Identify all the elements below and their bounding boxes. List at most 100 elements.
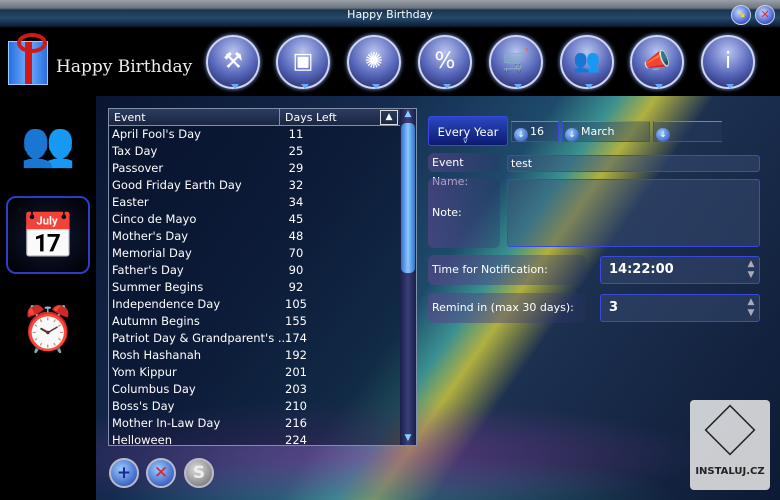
event-name-cell: Cinco de Mayo xyxy=(112,212,197,226)
time-label: Time for Notification: xyxy=(428,255,586,285)
days-left-cell: 48 xyxy=(288,229,304,243)
days-left-cell: 224 xyxy=(285,433,307,446)
table-row[interactable]: Tax Day 25 xyxy=(109,143,400,160)
days-left-cell: 90 xyxy=(288,263,304,277)
column-header-event[interactable]: Event xyxy=(114,111,146,124)
sidebar-item-alarm-clock[interactable]: ⏰ xyxy=(6,291,90,369)
users-icon: 👥 xyxy=(573,49,601,74)
scroll-down-icon[interactable]: ▼ xyxy=(401,433,415,445)
table-row[interactable]: Father's Day 90 xyxy=(109,262,400,279)
column-divider xyxy=(279,109,280,126)
toolbar-button-safe[interactable]: ▣ xyxy=(276,35,330,89)
event-name-cell: Helloween xyxy=(112,433,172,446)
event-name-input[interactable]: test xyxy=(507,155,760,172)
month-select[interactable]: ↓ March xyxy=(562,121,650,142)
add-event-button[interactable]: + xyxy=(109,458,139,488)
table-row[interactable]: Passover 29 xyxy=(109,160,400,177)
shopping-cart-icon: 🛒 xyxy=(502,49,530,74)
table-row[interactable]: April Fool's Day 11 xyxy=(109,126,400,143)
event-name-label: Event Name: xyxy=(428,153,500,188)
table-row[interactable]: Memorial Day 70 xyxy=(109,245,400,262)
contacts-icon: 👥 xyxy=(20,119,76,170)
scrollbar[interactable]: ▲ ▼ xyxy=(400,109,416,445)
days-left-cell: 45 xyxy=(288,212,304,226)
table-row[interactable]: Summer Begins 92 xyxy=(109,279,400,296)
days-left-cell: 70 xyxy=(288,246,304,260)
year-select[interactable]: ↓ xyxy=(653,121,722,142)
table-row[interactable]: Boss's Day 210 xyxy=(109,398,400,415)
days-left-cell: 105 xyxy=(285,297,307,311)
toolbar-button-info[interactable]: i xyxy=(701,35,755,89)
table-row[interactable]: Independence Day 105 xyxy=(109,296,400,313)
spin-up-icon[interactable]: ▲ xyxy=(746,259,756,270)
table-header: Event Days Left ▲ xyxy=(109,109,400,126)
table-row[interactable]: Cinco de Mayo 45 xyxy=(109,211,400,228)
table-row[interactable]: Columbus Day 203 xyxy=(109,381,400,398)
toolbar-button-shopping-cart[interactable]: 🛒 xyxy=(489,35,543,89)
toolbar-button-tools[interactable]: ⚒ xyxy=(206,35,260,89)
remind-days-spinner[interactable]: 3 ▲ ▼ xyxy=(600,294,760,322)
toolbar-button-users[interactable]: 👥 xyxy=(560,35,614,89)
minimize-button[interactable]: ↘ xyxy=(731,5,751,25)
event-name-cell: Autumn Begins xyxy=(112,314,200,328)
window-title: Happy Birthday xyxy=(347,8,433,21)
table-row[interactable]: Yom Kippur 201 xyxy=(109,364,400,381)
day-select[interactable]: ↓ 16 xyxy=(511,121,559,142)
sidebar-item-contacts[interactable]: 👥 xyxy=(6,106,90,184)
days-left-cell: 216 xyxy=(285,416,307,430)
remind-label: Remind in (max 30 days): xyxy=(428,293,586,323)
gift-icon xyxy=(8,33,48,85)
plus-icon: + xyxy=(116,463,132,483)
table-row[interactable]: Good Friday Earth Day 32 xyxy=(109,177,400,194)
watermark-logo-icon xyxy=(704,404,756,456)
dropdown-arrow-icon: ↓ xyxy=(565,128,579,142)
time-spinner[interactable]: 14:22:00 ▲ ▼ xyxy=(600,256,760,284)
event-name-cell: Yom Kippur xyxy=(112,365,177,379)
table-row[interactable]: Rosh Hashanah 192 xyxy=(109,347,400,364)
scroll-up-icon[interactable]: ▲ xyxy=(401,109,415,121)
event-name-cell: Patriot Day & Grandparent's ... xyxy=(112,331,289,345)
event-name-cell: Rosh Hashanah xyxy=(112,348,202,362)
event-name-cell: Easter xyxy=(112,195,149,209)
note-textarea[interactable] xyxy=(507,179,760,247)
delete-event-button[interactable]: ✕ xyxy=(146,458,176,488)
spin-up-icon[interactable]: ▲ xyxy=(746,297,756,308)
column-header-days-left[interactable]: Days Left xyxy=(285,111,337,124)
close-button[interactable]: ✕ xyxy=(755,5,775,25)
toolbar-button-discount-users[interactable]: % xyxy=(418,35,472,89)
sidebar-item-events-calendar[interactable]: 📅 xyxy=(6,196,90,274)
table-row[interactable]: Autumn Begins 155 xyxy=(109,313,400,330)
toolbar-button-announce[interactable]: 📣 xyxy=(630,35,684,89)
watermark: INSTALUJ.CZ xyxy=(690,400,770,490)
days-left-cell: 203 xyxy=(285,382,307,396)
table-row[interactable]: Easter 34 xyxy=(109,194,400,211)
time-value: 14:22:00 xyxy=(609,262,674,277)
scroll-thumb[interactable] xyxy=(401,123,415,273)
spin-down-icon[interactable]: ▼ xyxy=(746,308,756,319)
events-calendar-icon: 📅 xyxy=(20,211,76,262)
table-row[interactable]: Helloween 224 xyxy=(109,432,400,446)
sidebar: 👥 📅 ⏰ xyxy=(0,96,96,500)
dropdown-arrow-icon: ↓ xyxy=(514,128,528,142)
recurrence-button[interactable]: Every Year v xyxy=(428,116,508,146)
days-left-cell: 210 xyxy=(285,399,307,413)
days-left-cell: 11 xyxy=(288,127,304,141)
alarm-clock-icon: ⏰ xyxy=(20,304,76,355)
days-left-cell: 92 xyxy=(288,280,304,294)
sort-icon[interactable]: ▲ xyxy=(380,110,398,125)
spin-down-icon[interactable]: ▼ xyxy=(746,270,756,281)
event-name-cell: Father's Day xyxy=(112,263,184,277)
refresh-button[interactable]: S xyxy=(184,458,214,488)
table-row[interactable]: Mother's Day 48 xyxy=(109,228,400,245)
recurrence-label: Every Year xyxy=(437,125,499,139)
events-table: Event Days Left ▲ April Fool's Day 11 Tax … xyxy=(108,108,417,446)
days-left-cell: 34 xyxy=(288,195,304,209)
toolbar-button-themes[interactable]: ✺ xyxy=(347,35,401,89)
tools-icon: ⚒ xyxy=(223,49,243,74)
days-left-cell: 201 xyxy=(285,365,307,379)
refresh-icon: S xyxy=(192,463,206,483)
event-name-cell: Memorial Day xyxy=(112,246,192,260)
table-row[interactable]: Mother In-Law Day 216 xyxy=(109,415,400,432)
event-name-cell: Mother's Day xyxy=(112,229,189,243)
table-row[interactable]: Patriot Day & Grandparent's ... 174 xyxy=(109,330,400,347)
